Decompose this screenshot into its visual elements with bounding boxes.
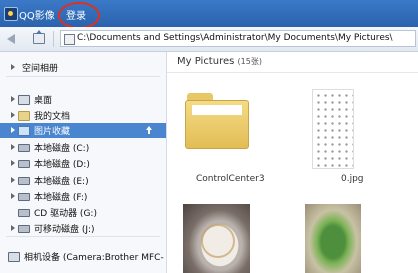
sidebar-divider [6,76,160,77]
folder-name: My Pictures [177,56,235,67]
sidebar-item-label: 我的文档 [34,112,71,122]
camera-icon [8,252,20,262]
folder-thumbnail[interactable] [185,93,249,149]
address-bar[interactable]: C:\Documents and Settings\Administrator\… [60,30,416,47]
drive-icon [18,193,30,201]
sidebar-item-label: 可移动磁盘 (J:) [34,225,95,235]
expand-arrow-icon[interactable] [11,177,15,183]
sidebar-item-drive-d[interactable]: 本地磁盘 (D:) [0,156,166,171]
sidebar-item-my-pictures[interactable]: 图片收藏 [0,123,166,138]
folder-header: My Pictures (15张) [167,52,418,73]
photo-thumbnail[interactable] [183,204,250,273]
removable-drive-icon [18,225,30,233]
address-path: C:\Documents and Settings\Administrator\… [77,33,393,43]
qq-image-logo-icon [4,7,18,21]
sidebar-item-desktop[interactable]: 桌面 [0,92,166,107]
sidebar-item-camera-device[interactable]: 相机设备 (Camera:Brother MFC- [0,249,166,264]
title-bar: QQ影像 登录 [0,0,418,29]
expand-arrow-icon[interactable] [11,225,15,231]
thumbnail-pane: My Pictures (15张) ControlCenter3 0.jpg [167,52,418,273]
desktop-icon [18,95,30,105]
expand-arrow-icon[interactable] [11,96,15,102]
app-title: QQ影像 [19,11,55,22]
sidebar-item-drive-e[interactable]: 本地磁盘 (E:) [0,173,166,188]
back-arrow-icon[interactable] [7,34,15,44]
sidebar-item-label: 本地磁盘 (D:) [34,160,90,170]
sidebar-item-removable-drive[interactable]: 可移动磁盘 (J:) [0,221,166,236]
toolbar: C:\Documents and Settings\Administrator\… [0,27,418,52]
drive-icon [18,160,30,168]
upload-icon[interactable] [146,126,152,134]
picture-folder-icon [18,126,30,136]
login-button[interactable]: 登录 [66,7,86,22]
sidebar-item-label: 本地磁盘 (C:) [34,144,90,154]
cd-drive-icon [18,209,30,217]
sidebar-item-label: 桌面 [34,96,53,106]
sidebar-item-drive-f[interactable]: 本地磁盘 (F:) [0,189,166,204]
sidebar-item-label: CD 驱动器 (G:) [34,209,97,219]
up-folder-icon[interactable] [33,30,45,44]
sidebar-item-label: 本地磁盘 (E:) [34,177,89,187]
expand-arrow-icon[interactable] [11,127,15,133]
thumbnail-caption: 0.jpg [341,174,364,184]
toolbar-separator [53,31,54,47]
folder-icon [185,100,249,149]
drive-icon [18,177,30,185]
sidebar: 空间相册 桌面 我的文档 图片收藏 本地磁盘 (C:) 本地磁盘 (D:) 本地… [0,52,167,273]
expand-arrow-icon[interactable] [11,64,15,70]
sidebar-item-label: 相机设备 (Camera:Brother MFC- [24,253,164,263]
photo-count: (15张) [237,57,262,66]
sidebar-item-drive-c[interactable]: 本地磁盘 (C:) [0,140,166,155]
sidebar-item-label: 空间相册 [22,64,59,74]
computer-icon [64,34,75,45]
thumbnail-caption: ControlCenter3 [196,174,265,184]
expand-arrow-icon[interactable] [11,160,15,166]
photo-thumbnail[interactable] [305,204,361,273]
expand-arrow-icon[interactable] [11,193,15,199]
folder-icon [18,111,30,121]
sidebar-divider [6,236,160,237]
expand-arrow-icon[interactable] [11,144,15,150]
sidebar-item-cd-drive[interactable]: CD 驱动器 (G:) [0,205,166,220]
sidebar-item-qzone-album[interactable]: 空间相册 [0,60,166,75]
expand-arrow-icon[interactable] [11,112,15,118]
drive-icon [18,144,30,152]
image-thumbnail[interactable] [312,89,354,169]
folder-title: My Pictures (15张) [177,56,262,67]
sidebar-item-label: 图片收藏 [34,127,71,137]
sidebar-item-label: 本地磁盘 (F:) [34,193,88,203]
sidebar-item-my-documents[interactable]: 我的文档 [0,108,166,123]
